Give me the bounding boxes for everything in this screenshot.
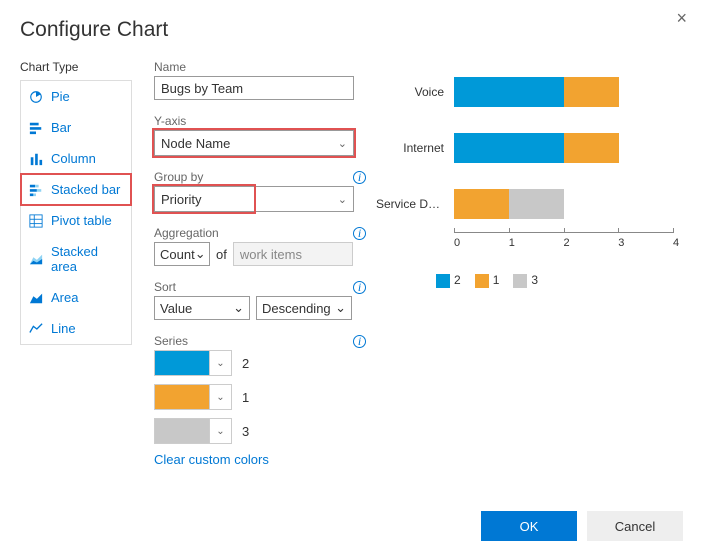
groupby-select[interactable]: Priority⌄ [154, 186, 354, 212]
chart-type-column[interactable]: Column [21, 143, 131, 174]
yaxis-select[interactable]: Node Name⌄ [154, 130, 354, 156]
series-name: 3 [242, 424, 249, 439]
chart-preview: Voice Internet Service Del... 01234 [376, 64, 681, 249]
sort-label: Sort [154, 280, 176, 294]
chart-axis-tick: 4 [673, 233, 674, 249]
series-row: ⌄2 [154, 350, 366, 376]
chart-type-pivot-table[interactable]: Pivot table [21, 205, 131, 236]
chart-bar-label: Internet [376, 141, 454, 155]
series-label: Series [154, 334, 188, 348]
aggregation-select[interactable]: Count⌄ [154, 242, 210, 266]
pie-icon [29, 90, 43, 104]
area-icon [29, 291, 43, 305]
chart-bar-segment [564, 77, 619, 107]
series-row: ⌄3 [154, 418, 366, 444]
legend-item: 3 [513, 273, 538, 288]
series-name: 2 [242, 356, 249, 371]
clear-custom-colors-link[interactable]: Clear custom colors [154, 452, 366, 467]
stacked-area-icon [29, 252, 43, 266]
aggregation-items: work items [233, 242, 353, 266]
info-icon[interactable]: i [353, 171, 366, 184]
chart-axis-tick: 1 [509, 233, 564, 249]
chart-bar-segment [454, 189, 509, 219]
chevron-down-icon: ⌄ [335, 300, 346, 316]
chart-type-bar-label: Bar [51, 120, 71, 135]
chart-bar-label: Voice [376, 85, 454, 99]
info-icon[interactable]: i [353, 281, 366, 294]
chart-axis-tick: 2 [564, 233, 619, 249]
sort-direction-select[interactable]: Descending⌄ [256, 296, 352, 320]
chart-bar-row: Service Del... [376, 176, 681, 232]
chart-bar-segment [454, 133, 564, 163]
legend-swatch [436, 274, 450, 288]
legend-swatch [475, 274, 489, 288]
legend-item: 2 [436, 273, 461, 288]
cancel-button[interactable]: Cancel [587, 511, 683, 541]
chart-bar-row: Internet [376, 120, 681, 176]
info-icon[interactable]: i [353, 227, 366, 240]
chart-type-pie-label: Pie [51, 89, 70, 104]
ok-button[interactable]: OK [481, 511, 577, 541]
chart-type-area-label: Area [51, 290, 78, 305]
chart-type-stacked-bar-label: Stacked bar [51, 182, 120, 197]
aggregation-label: Aggregation [154, 226, 219, 240]
chart-bar-row: Voice [376, 64, 681, 120]
chevron-down-icon: ⌄ [209, 385, 231, 409]
chart-axis-tick: 3 [618, 233, 673, 249]
name-input[interactable]: Bugs by Team [154, 76, 354, 100]
chevron-down-icon: ⌄ [209, 419, 231, 443]
chart-type-list: Pie Bar Column Stacked bar Pivot table S… [20, 80, 132, 345]
info-icon[interactable]: i [353, 335, 366, 348]
chart-type-column-label: Column [51, 151, 96, 166]
pivot-table-icon [29, 214, 43, 228]
chart-type-pivot-table-label: Pivot table [51, 213, 112, 228]
chart-type-line-label: Line [51, 321, 76, 336]
chart-type-label: Chart Type [20, 60, 132, 74]
name-label: Name [154, 60, 186, 74]
chart-bar-segment [509, 189, 564, 219]
column-icon [29, 152, 43, 166]
line-icon [29, 322, 43, 336]
series-color-dropdown[interactable]: ⌄ [154, 418, 232, 444]
bar-icon [29, 121, 43, 135]
groupby-label: Group by [154, 170, 203, 184]
chart-legend: 213 [436, 273, 681, 288]
chart-bar-label: Service Del... [376, 197, 454, 211]
chart-bar-segment [454, 77, 564, 107]
chart-type-stacked-area[interactable]: Stacked area [21, 236, 131, 282]
series-name: 1 [242, 390, 249, 405]
series-row: ⌄1 [154, 384, 366, 410]
chevron-down-icon: ⌄ [195, 246, 206, 262]
series-color-dropdown[interactable]: ⌄ [154, 350, 232, 376]
chevron-down-icon: ⌄ [338, 137, 347, 150]
chevron-down-icon: ⌄ [209, 351, 231, 375]
chart-type-stacked-bar[interactable]: Stacked bar [21, 174, 131, 205]
chart-type-area[interactable]: Area [21, 282, 131, 313]
sort-field-select[interactable]: Value⌄ [154, 296, 250, 320]
series-color-dropdown[interactable]: ⌄ [154, 384, 232, 410]
chart-type-stacked-area-label: Stacked area [51, 244, 123, 274]
close-icon[interactable]: × [676, 8, 687, 29]
legend-item: 1 [475, 273, 500, 288]
aggregation-of: of [216, 247, 227, 262]
chevron-down-icon: ⌄ [233, 300, 244, 316]
chart-type-line[interactable]: Line [21, 313, 131, 344]
chart-type-pie[interactable]: Pie [21, 81, 131, 112]
legend-swatch [513, 274, 527, 288]
chart-bar-segment [564, 133, 619, 163]
dialog-title: Configure Chart [0, 0, 701, 60]
yaxis-label: Y-axis [154, 114, 186, 128]
stacked-bar-icon [29, 183, 43, 197]
chevron-down-icon: ⌄ [338, 193, 347, 206]
chart-type-bar[interactable]: Bar [21, 112, 131, 143]
chart-axis-tick: 0 [454, 233, 509, 249]
